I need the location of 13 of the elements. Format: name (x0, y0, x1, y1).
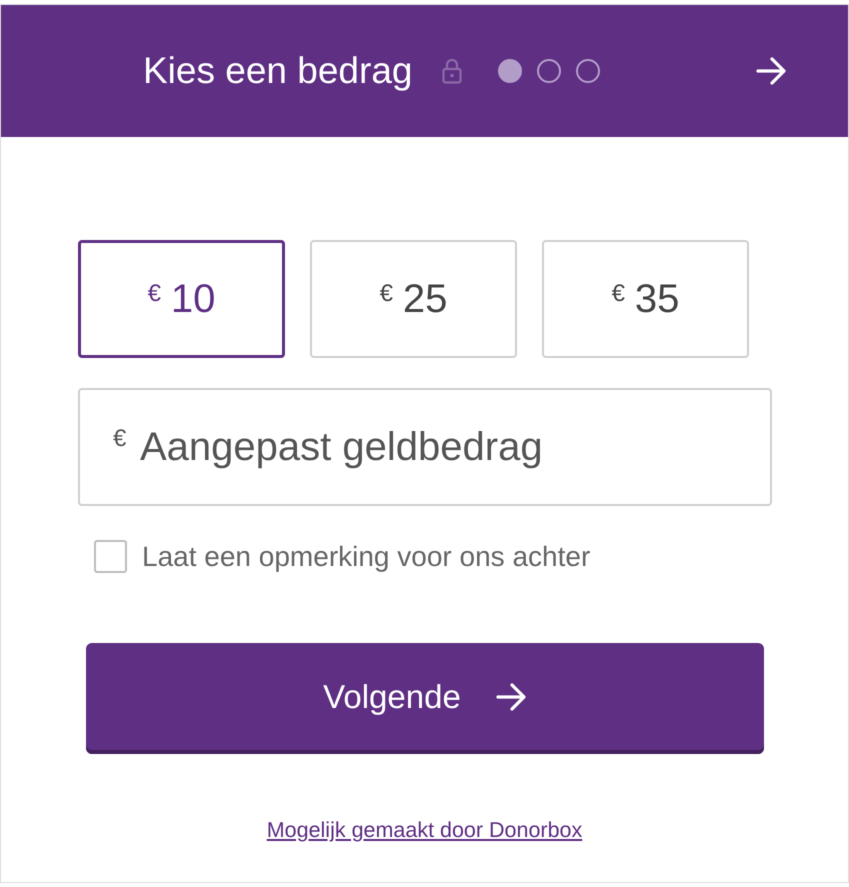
next-step-button[interactable] (754, 55, 788, 87)
arrow-right-icon (755, 55, 787, 87)
powered-by-link[interactable]: Mogelijk gemaakt door Donorbox (266, 818, 582, 843)
form-title: Kies een bedrag (143, 50, 412, 92)
next-button[interactable]: Volgende (86, 643, 764, 754)
amount-option[interactable]: € 10 (78, 240, 285, 358)
lock-icon (442, 58, 462, 84)
comment-checkbox-label: Laat een opmerking voor ons achter (142, 540, 590, 572)
arrow-right-icon (494, 680, 527, 712)
comment-checkbox[interactable] (94, 540, 127, 573)
amount-option[interactable]: € 25 (310, 240, 517, 358)
currency-symbol: € (113, 425, 126, 453)
amount-option[interactable]: € 35 (542, 240, 749, 358)
